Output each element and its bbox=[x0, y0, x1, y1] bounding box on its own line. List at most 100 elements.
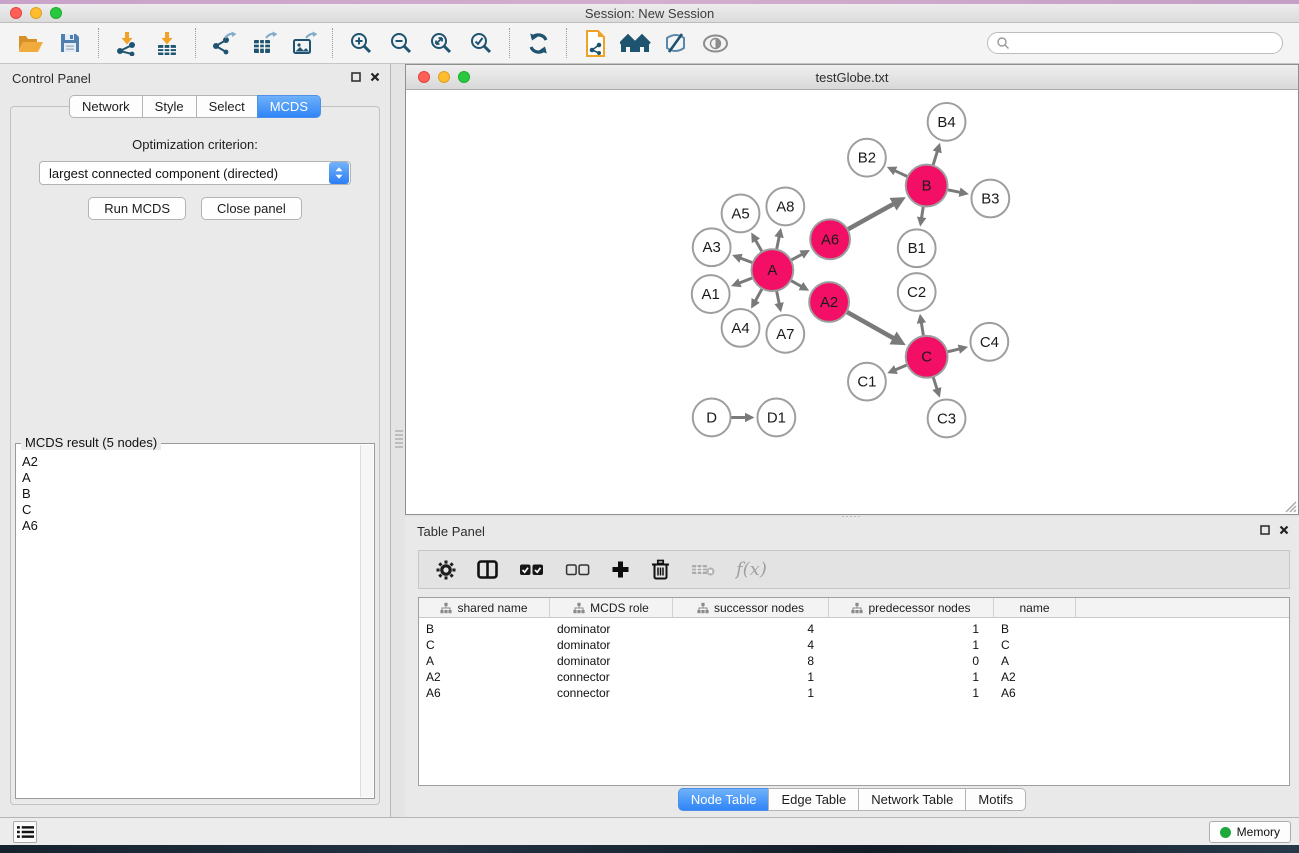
table-row[interactable]: Bdominator41B bbox=[419, 621, 1289, 637]
network-canvas[interactable]: AA1A2A3A4A5A6A7A8BB1B2B3B4CC1C2C3C4DD1 bbox=[406, 90, 1298, 514]
graph-node-A[interactable]: A bbox=[751, 249, 793, 291]
network-graph[interactable]: AA1A2A3A4A5A6A7A8BB1B2B3B4CC1C2C3C4DD1 bbox=[406, 90, 1298, 514]
table-cell[interactable]: 1 bbox=[673, 686, 829, 700]
graph-node-A6[interactable]: A6 bbox=[810, 219, 850, 259]
import-table-button[interactable] bbox=[147, 26, 187, 60]
deselect-all-button[interactable] bbox=[565, 563, 590, 577]
table-cell[interactable]: connector bbox=[550, 670, 673, 684]
zoom-window-button[interactable] bbox=[50, 7, 62, 19]
import-network-button[interactable] bbox=[107, 26, 147, 60]
mcds-list-scrollbar[interactable] bbox=[360, 445, 373, 797]
select-all-button[interactable] bbox=[519, 563, 544, 577]
home-button[interactable] bbox=[615, 26, 655, 60]
graph-node-C1[interactable]: C1 bbox=[848, 363, 886, 401]
graph-node-A2[interactable]: A2 bbox=[809, 282, 849, 322]
mcds-result-item[interactable]: A6 bbox=[18, 518, 359, 534]
table-row[interactable]: A6connector11A6 bbox=[419, 685, 1289, 701]
save-session-button[interactable] bbox=[50, 26, 90, 60]
open-session-button[interactable] bbox=[10, 26, 50, 60]
close-panel-icon[interactable] bbox=[1279, 525, 1289, 535]
table-cell[interactable]: C bbox=[419, 638, 550, 652]
table-cell[interactable]: 0 bbox=[829, 654, 994, 668]
graph-node-C3[interactable]: C3 bbox=[928, 400, 966, 438]
close-panel-button[interactable]: Close panel bbox=[201, 197, 302, 220]
delete-column-button[interactable] bbox=[651, 559, 670, 580]
criterion-dropdown[interactable]: largest connected component (directed) bbox=[39, 161, 351, 185]
table-cell[interactable]: A bbox=[994, 654, 1076, 668]
graph-node-A8[interactable]: A8 bbox=[766, 188, 804, 226]
table-row[interactable]: A2connector11A2 bbox=[419, 669, 1289, 685]
graph-node-C4[interactable]: C4 bbox=[970, 323, 1008, 361]
table-cell[interactable]: 1 bbox=[829, 638, 994, 652]
column-header[interactable]: predecessor nodes bbox=[829, 598, 994, 617]
graph-node-B3[interactable]: B3 bbox=[971, 180, 1009, 218]
graph-node-A1[interactable]: A1 bbox=[692, 275, 730, 313]
close-panel-icon[interactable] bbox=[370, 72, 380, 82]
zoom-out-button[interactable] bbox=[381, 26, 421, 60]
mcds-result-item[interactable]: C bbox=[18, 502, 359, 518]
minimize-window-button[interactable] bbox=[30, 7, 42, 19]
table-cell[interactable]: dominator bbox=[550, 654, 673, 668]
export-image-button[interactable] bbox=[284, 26, 324, 60]
graph-node-A7[interactable]: A7 bbox=[766, 315, 804, 353]
refresh-button[interactable] bbox=[518, 26, 558, 60]
close-window-button[interactable] bbox=[10, 7, 22, 19]
column-header[interactable]: successor nodes bbox=[673, 598, 829, 617]
toggle-columns-button[interactable] bbox=[477, 560, 498, 579]
vertical-split-handle[interactable] bbox=[395, 430, 403, 448]
export-network-button[interactable] bbox=[204, 26, 244, 60]
table-cell[interactable]: 1 bbox=[829, 622, 994, 636]
resize-grip-icon[interactable] bbox=[1283, 499, 1297, 513]
zoom-in-button[interactable] bbox=[341, 26, 381, 60]
column-header[interactable]: shared name bbox=[419, 598, 550, 617]
network-from-file-button[interactable] bbox=[575, 26, 615, 60]
table-cell[interactable]: 1 bbox=[829, 670, 994, 684]
table-cell[interactable]: 4 bbox=[673, 638, 829, 652]
mcds-result-item[interactable]: A bbox=[18, 470, 359, 486]
memory-button[interactable]: Memory bbox=[1209, 821, 1291, 843]
table-cell[interactable]: B bbox=[994, 622, 1076, 636]
table-row[interactable]: Cdominator41C bbox=[419, 637, 1289, 653]
graph-node-A3[interactable]: A3 bbox=[693, 228, 731, 266]
show-hide-details-button[interactable] bbox=[655, 26, 695, 60]
table-cell[interactable]: A6 bbox=[419, 686, 550, 700]
graph-node-B4[interactable]: B4 bbox=[928, 103, 966, 141]
graph-node-B2[interactable]: B2 bbox=[848, 139, 886, 177]
table-cell[interactable]: 4 bbox=[673, 622, 829, 636]
table-cell[interactable]: 1 bbox=[829, 686, 994, 700]
tab-mcds[interactable]: MCDS bbox=[257, 95, 321, 118]
table-cell[interactable]: B bbox=[419, 622, 550, 636]
tab-style[interactable]: Style bbox=[142, 95, 197, 118]
column-header[interactable]: name bbox=[994, 598, 1076, 617]
node-table[interactable]: shared nameMCDS rolesuccessor nodesprede… bbox=[418, 597, 1290, 786]
graph-node-C2[interactable]: C2 bbox=[898, 273, 936, 311]
graph-node-A4[interactable]: A4 bbox=[722, 309, 760, 347]
mcds-result-list[interactable]: A2ABCA6 bbox=[18, 446, 359, 796]
graph-edge[interactable] bbox=[845, 311, 896, 340]
table-cell[interactable]: A2 bbox=[419, 670, 550, 684]
table-row[interactable]: Adominator80A bbox=[419, 653, 1289, 669]
eye-button[interactable] bbox=[695, 26, 735, 60]
tab-node-table[interactable]: Node Table bbox=[678, 788, 770, 811]
float-panel-icon[interactable] bbox=[351, 72, 361, 82]
task-history-button[interactable] bbox=[13, 821, 37, 843]
table-cell[interactable]: A bbox=[419, 654, 550, 668]
tab-motifs[interactable]: Motifs bbox=[965, 788, 1026, 811]
graph-edge[interactable] bbox=[846, 202, 896, 230]
search-field[interactable] bbox=[987, 32, 1283, 54]
float-panel-icon[interactable] bbox=[1260, 525, 1270, 535]
run-mcds-button[interactable]: Run MCDS bbox=[88, 197, 186, 220]
minimize-network-window-button[interactable] bbox=[438, 71, 450, 83]
table-cell[interactable]: A6 bbox=[994, 686, 1076, 700]
add-column-button[interactable] bbox=[611, 560, 630, 579]
export-table-button[interactable] bbox=[244, 26, 284, 60]
search-input[interactable] bbox=[1015, 36, 1274, 50]
tab-edge-table[interactable]: Edge Table bbox=[768, 788, 859, 811]
graph-node-D[interactable]: D bbox=[693, 399, 731, 437]
graph-node-B[interactable]: B bbox=[906, 165, 948, 207]
table-cell[interactable]: dominator bbox=[550, 622, 673, 636]
table-cell[interactable]: connector bbox=[550, 686, 673, 700]
graph-node-A5[interactable]: A5 bbox=[722, 195, 760, 233]
table-settings-button[interactable] bbox=[436, 560, 456, 580]
table-cell[interactable]: C bbox=[994, 638, 1076, 652]
